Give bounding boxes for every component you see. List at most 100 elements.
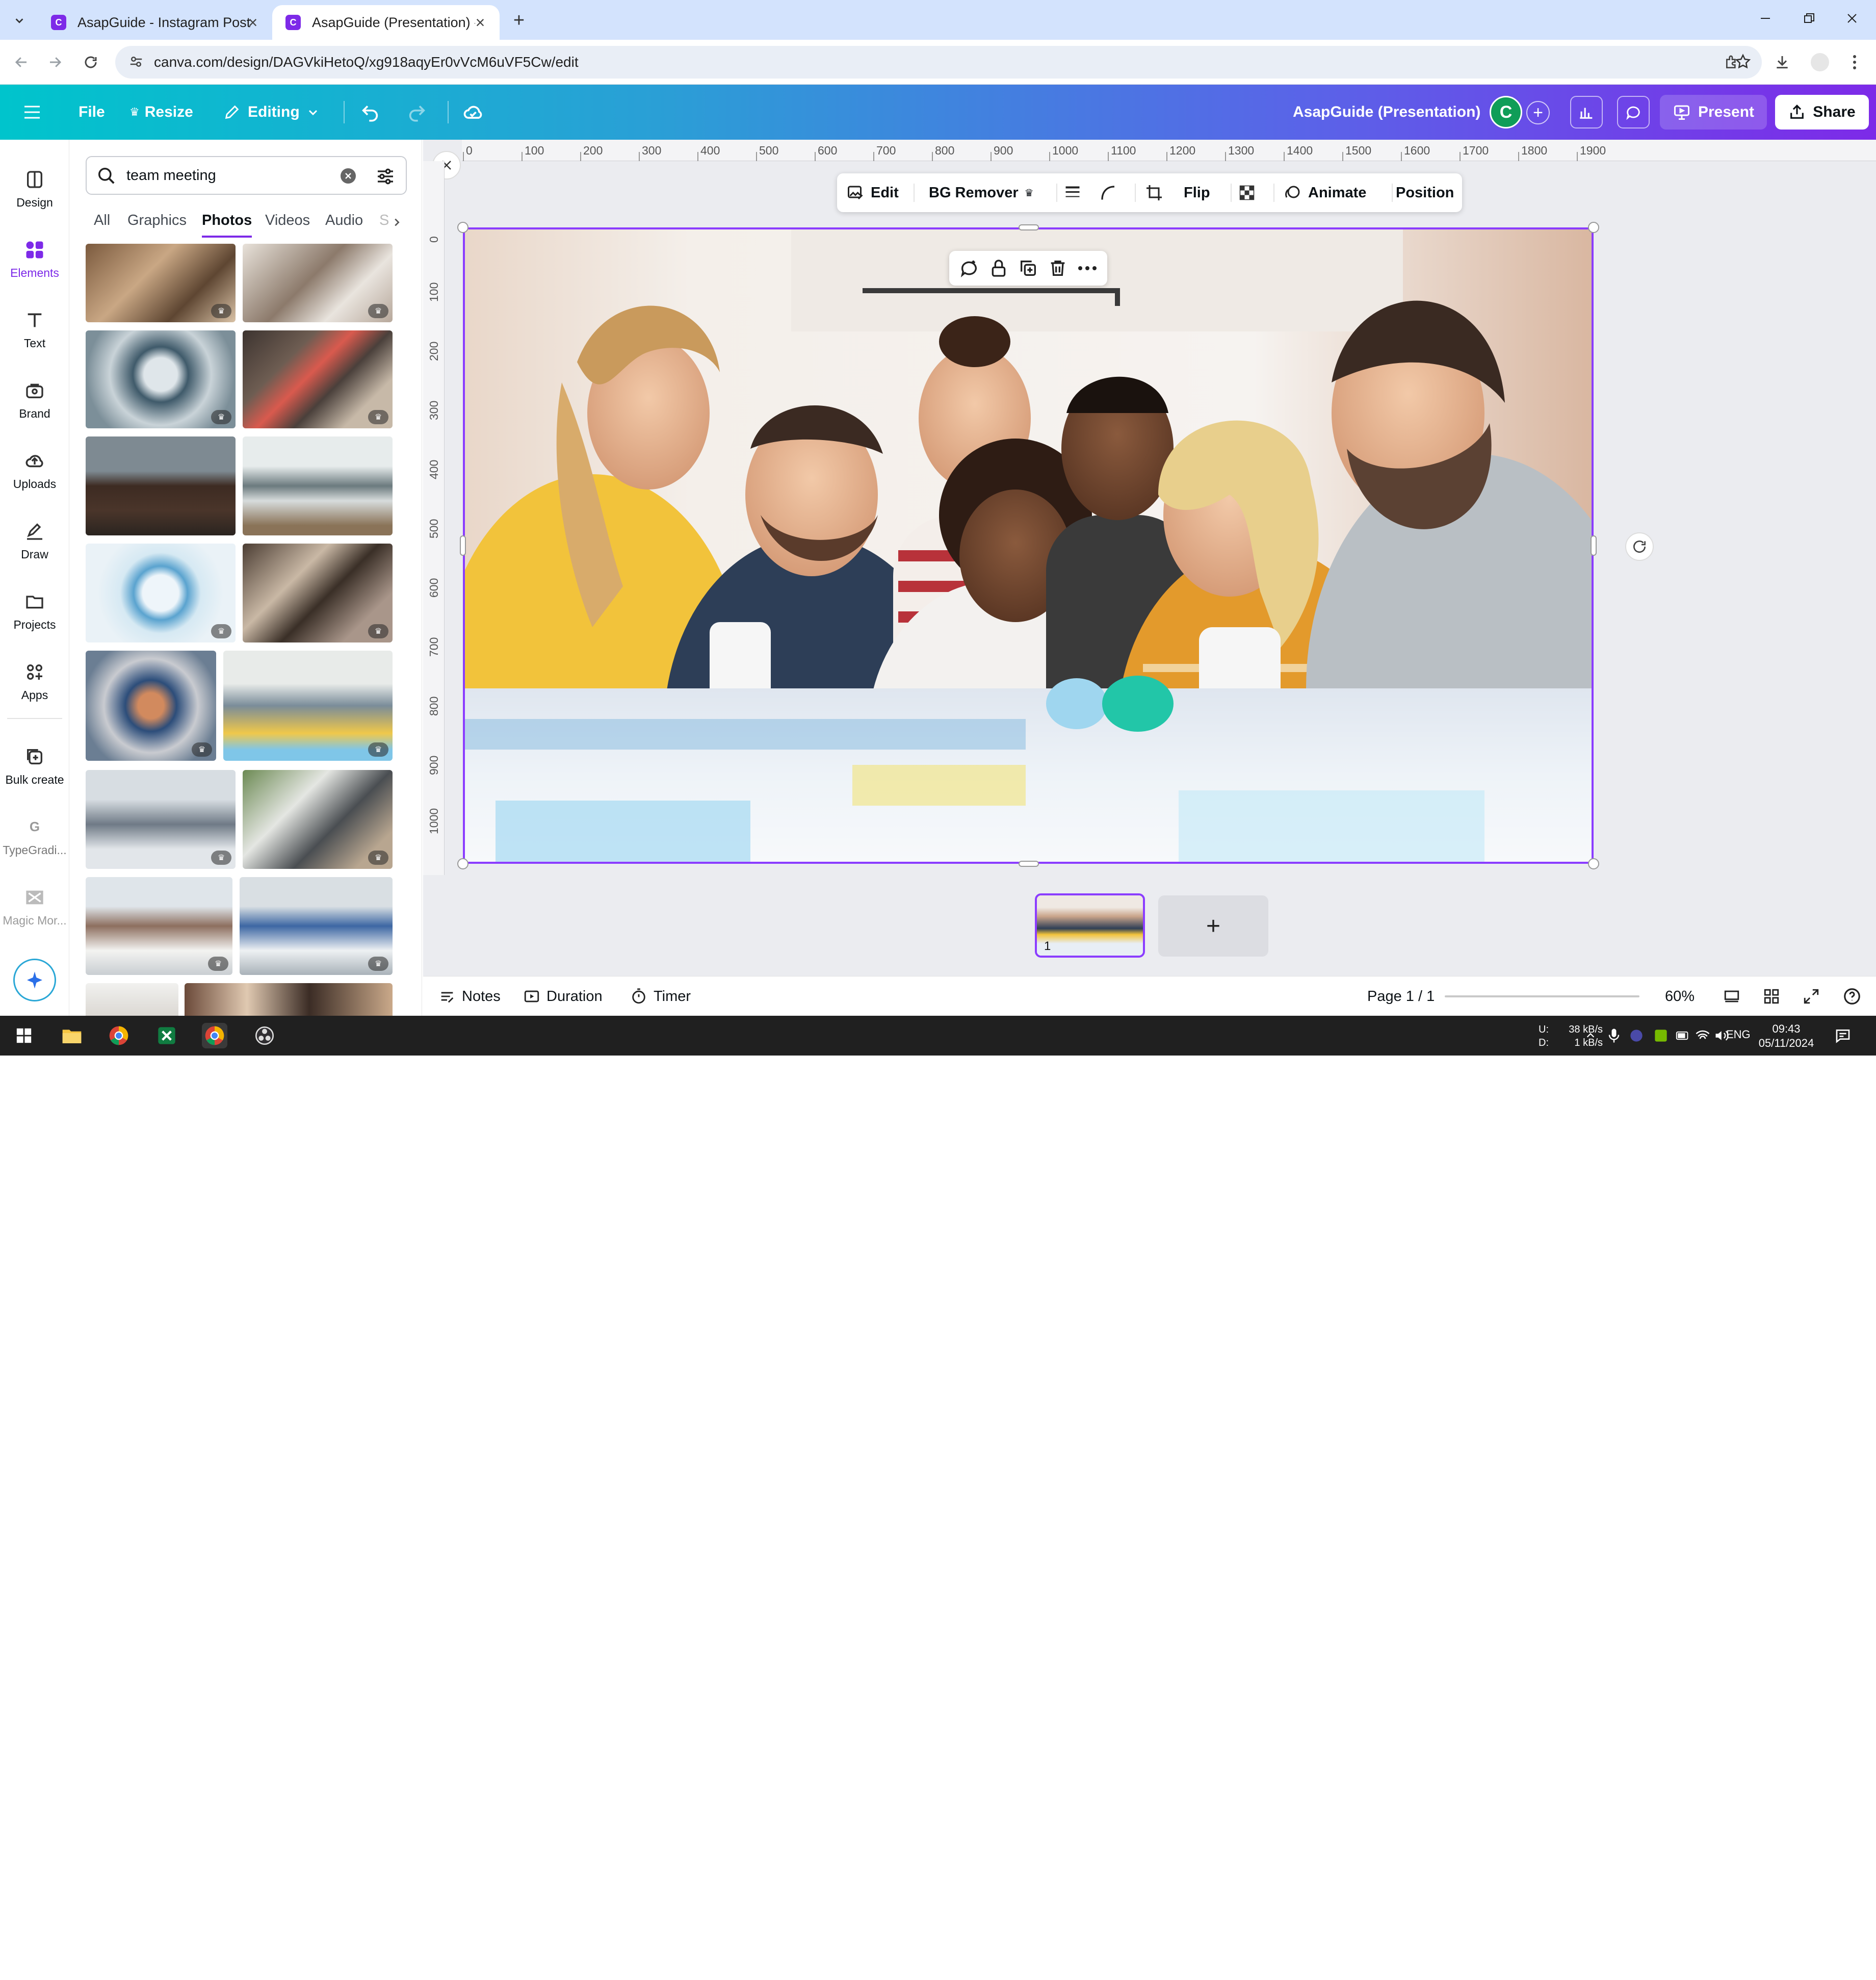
wifi-tray-icon[interactable] [1693,1023,1712,1048]
duplicate-button[interactable] [1018,258,1038,278]
bg-remover-button[interactable]: BG Remover ♛ [929,173,1034,212]
grid-view-button[interactable] [1763,976,1780,1016]
help-button[interactable] [1842,976,1862,1016]
photo-result[interactable]: ♛ [240,877,393,975]
resize-handle-bottom-left[interactable] [457,858,468,869]
invite-button[interactable]: + [1526,101,1550,124]
language-indicator[interactable]: ENG [1726,1028,1751,1041]
rail-item-design[interactable]: Design [0,158,69,219]
browser-tab-presentation[interactable]: C AsapGuide (Presentation) - Pres × [272,5,500,40]
tab-all[interactable]: All [94,212,110,238]
tab-videos[interactable]: Videos [265,212,310,238]
more-options-button[interactable] [1077,265,1098,271]
nvidia-tray-icon[interactable] [1652,1023,1670,1048]
zoom-slider-track[interactable] [1445,995,1639,997]
position-button[interactable]: Position [1396,173,1454,212]
resize-handle-right[interactable] [1591,535,1597,556]
window-close-button[interactable] [1839,8,1865,29]
photo-result[interactable] [86,983,178,1016]
chrome-button[interactable] [106,1023,132,1048]
page-indicator-button[interactable]: Page 1 / 1 [1367,976,1435,1016]
tab-search-button[interactable] [9,10,30,31]
show-hidden-icons-chevron-icon[interactable] [1581,1023,1600,1048]
corner-rounding-button[interactable] [1099,173,1117,212]
comments-button[interactable] [1617,96,1650,128]
rail-item-elements[interactable]: Elements [0,228,69,290]
undo-button[interactable] [360,85,380,140]
reload-button[interactable] [80,51,102,73]
profile-avatar[interactable] [1811,53,1829,71]
photo-result[interactable]: ♛ [86,330,236,428]
photo-result[interactable]: ♛ [243,244,393,322]
resize-handle-left[interactable] [460,535,466,556]
crop-button[interactable] [1145,173,1163,212]
site-info-icon[interactable] [128,54,144,69]
tab-audio[interactable]: Audio [325,212,363,238]
timer-button[interactable]: Timer [630,976,691,1016]
tabs-scroll-right-button[interactable] [386,212,407,233]
obs-button[interactable] [252,1023,277,1048]
window-restore-button[interactable] [1796,8,1822,29]
magic-assistant-button[interactable] [13,959,56,1001]
border-style-button[interactable] [1063,173,1082,212]
main-menu-button[interactable] [23,85,41,140]
back-button[interactable] [10,51,33,73]
resize-handle-top-left[interactable] [457,222,468,233]
photo-result[interactable]: ♛ [86,770,236,869]
clock[interactable]: 09:43 05/11/2024 [1754,1022,1819,1050]
resize-handle-top[interactable] [1019,224,1039,230]
filter-button[interactable] [375,166,396,187]
file-menu-button[interactable]: File [79,85,105,140]
photo-result[interactable]: ♛ [86,244,236,322]
tab-photos[interactable]: Photos [202,212,252,238]
forward-button[interactable] [44,51,66,73]
downloads-button[interactable] [1771,51,1793,73]
photo-result[interactable]: ♛ [86,877,232,975]
extensions-button[interactable] [1721,51,1743,73]
transparency-button[interactable] [1238,173,1256,212]
resize-handle-top-right[interactable] [1588,222,1599,233]
new-tab-button[interactable]: + [508,9,530,32]
animate-button[interactable]: Animate [1284,173,1366,212]
battery-tray-icon[interactable] [1674,1023,1692,1048]
photo-result[interactable]: ♛ [243,330,393,428]
notifications-button[interactable] [1830,1023,1856,1048]
page-thumbnail[interactable]: 1 [1035,893,1145,958]
photo-result[interactable]: ♛ [243,544,393,642]
browser-menu-button[interactable] [1843,51,1866,73]
rail-item-magic-morph[interactable]: Magic Mor... [0,876,69,937]
present-button[interactable]: Present [1660,95,1767,130]
file-explorer-button[interactable] [59,1023,85,1048]
clear-search-button[interactable] [341,168,356,184]
user-avatar[interactable]: C [1490,96,1522,128]
rail-item-apps[interactable]: Apps [0,651,69,712]
photo-result[interactable] [86,436,236,535]
add-page-button[interactable]: + [1158,895,1268,957]
close-tab-icon[interactable]: × [245,13,261,32]
excel-button[interactable] [154,1023,179,1048]
share-button[interactable]: Share [1775,95,1869,130]
photo-result[interactable]: ♛ [86,651,216,761]
rail-item-draw[interactable]: Draw [0,510,69,571]
rail-item-text[interactable]: Text [0,299,69,360]
close-tab-icon[interactable]: × [472,13,488,32]
search-input[interactable]: team meeting [86,156,407,195]
fullscreen-button[interactable] [1803,976,1820,1016]
photo-result[interactable] [243,436,393,535]
start-button[interactable] [11,1023,37,1048]
lock-button[interactable] [988,258,1009,278]
resize-button[interactable]: ♛ Resize [129,85,193,140]
rail-item-brand[interactable]: Brand [0,369,69,430]
photo-result[interactable]: ♛ [86,544,236,642]
photo-result[interactable]: ♛ [223,651,393,761]
app-tray-icon[interactable] [1627,1023,1646,1048]
editing-mode-dropdown[interactable]: Editing [223,85,319,140]
cloud-save-status[interactable] [462,85,484,140]
edit-image-button[interactable]: Edit [846,173,899,212]
document-title[interactable]: AsapGuide (Presentation) [1293,85,1480,140]
delete-button[interactable] [1048,258,1068,278]
chrome-active-button[interactable] [202,1023,227,1048]
tab-graphics[interactable]: Graphics [127,212,187,238]
rotate-button[interactable] [1625,532,1654,561]
insights-button[interactable] [1570,96,1603,128]
